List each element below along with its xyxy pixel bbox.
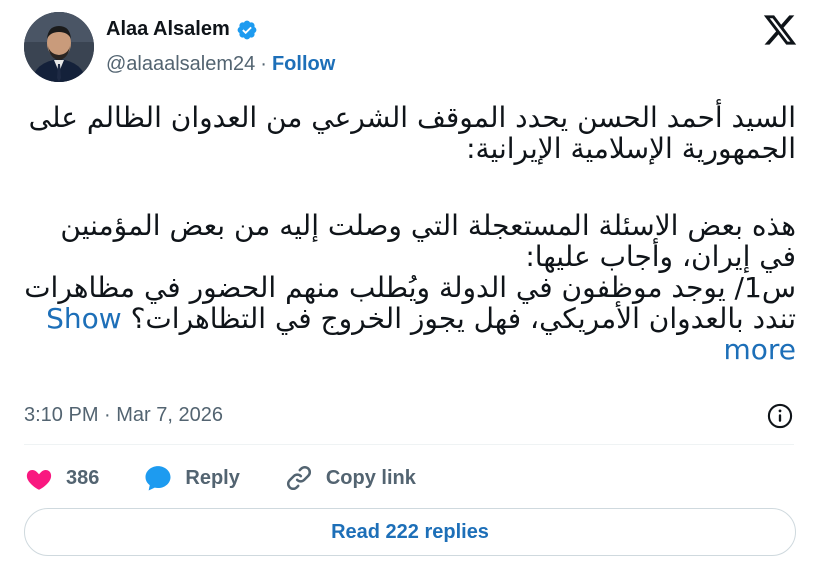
author-handle-row: @alaaalsalem24 · Follow <box>106 53 335 76</box>
copy-link-label: Copy link <box>325 466 416 489</box>
author-display-name[interactable]: Alaa Alsalem <box>106 18 230 41</box>
author-avatar[interactable] <box>24 12 94 82</box>
x-logo-icon[interactable] <box>762 12 798 48</box>
handle-separator: · <box>260 53 267 75</box>
tweet-card: Alaa Alsalem @alaaalsalem24 · Follow الس… <box>0 0 818 575</box>
info-icon[interactable] <box>766 402 794 430</box>
read-replies-label: Read 222 replies <box>331 520 489 543</box>
divider <box>24 444 794 445</box>
follow-button[interactable]: Follow <box>272 53 335 76</box>
tweet-actions: 386 Reply Copy link <box>24 460 460 496</box>
likes-count: 386 <box>66 466 100 489</box>
link-icon <box>286 465 311 491</box>
like-button[interactable]: 386 <box>24 463 99 493</box>
tweet-question: س1/ يوجد موظفون في الدولة ويُطلب منهم ال… <box>24 271 796 335</box>
read-replies-button[interactable]: Read 222 replies <box>24 508 796 556</box>
verified-badge-icon <box>237 20 257 39</box>
heart-icon <box>26 469 52 490</box>
reply-button[interactable]: Reply <box>143 463 240 493</box>
copy-link-button[interactable]: Copy link <box>284 463 416 493</box>
tweet-paragraph: السيد أحمد الحسن يحدد الموقف الشرعي من ا… <box>28 101 796 165</box>
author-name-row: Alaa Alsalem <box>106 18 258 41</box>
reply-label: Reply <box>185 466 240 489</box>
tweet-paragraph: هذه بعض الاسئلة المستعجلة التي وصلت إليه… <box>60 209 796 273</box>
avatar-image <box>24 12 94 82</box>
tweet-paragraph: س1/ يوجد موظفون في الدولة ويُطلب منهم ال… <box>24 272 796 365</box>
tweet-timestamp[interactable]: 3:10 PM · Mar 7, 2026 <box>24 404 223 427</box>
tweet-text: السيد أحمد الحسن يحدد الموقف الشرعي من ا… <box>24 102 796 365</box>
author-handle[interactable]: @alaaalsalem24 <box>106 53 255 76</box>
reply-bubble-icon <box>145 466 171 491</box>
